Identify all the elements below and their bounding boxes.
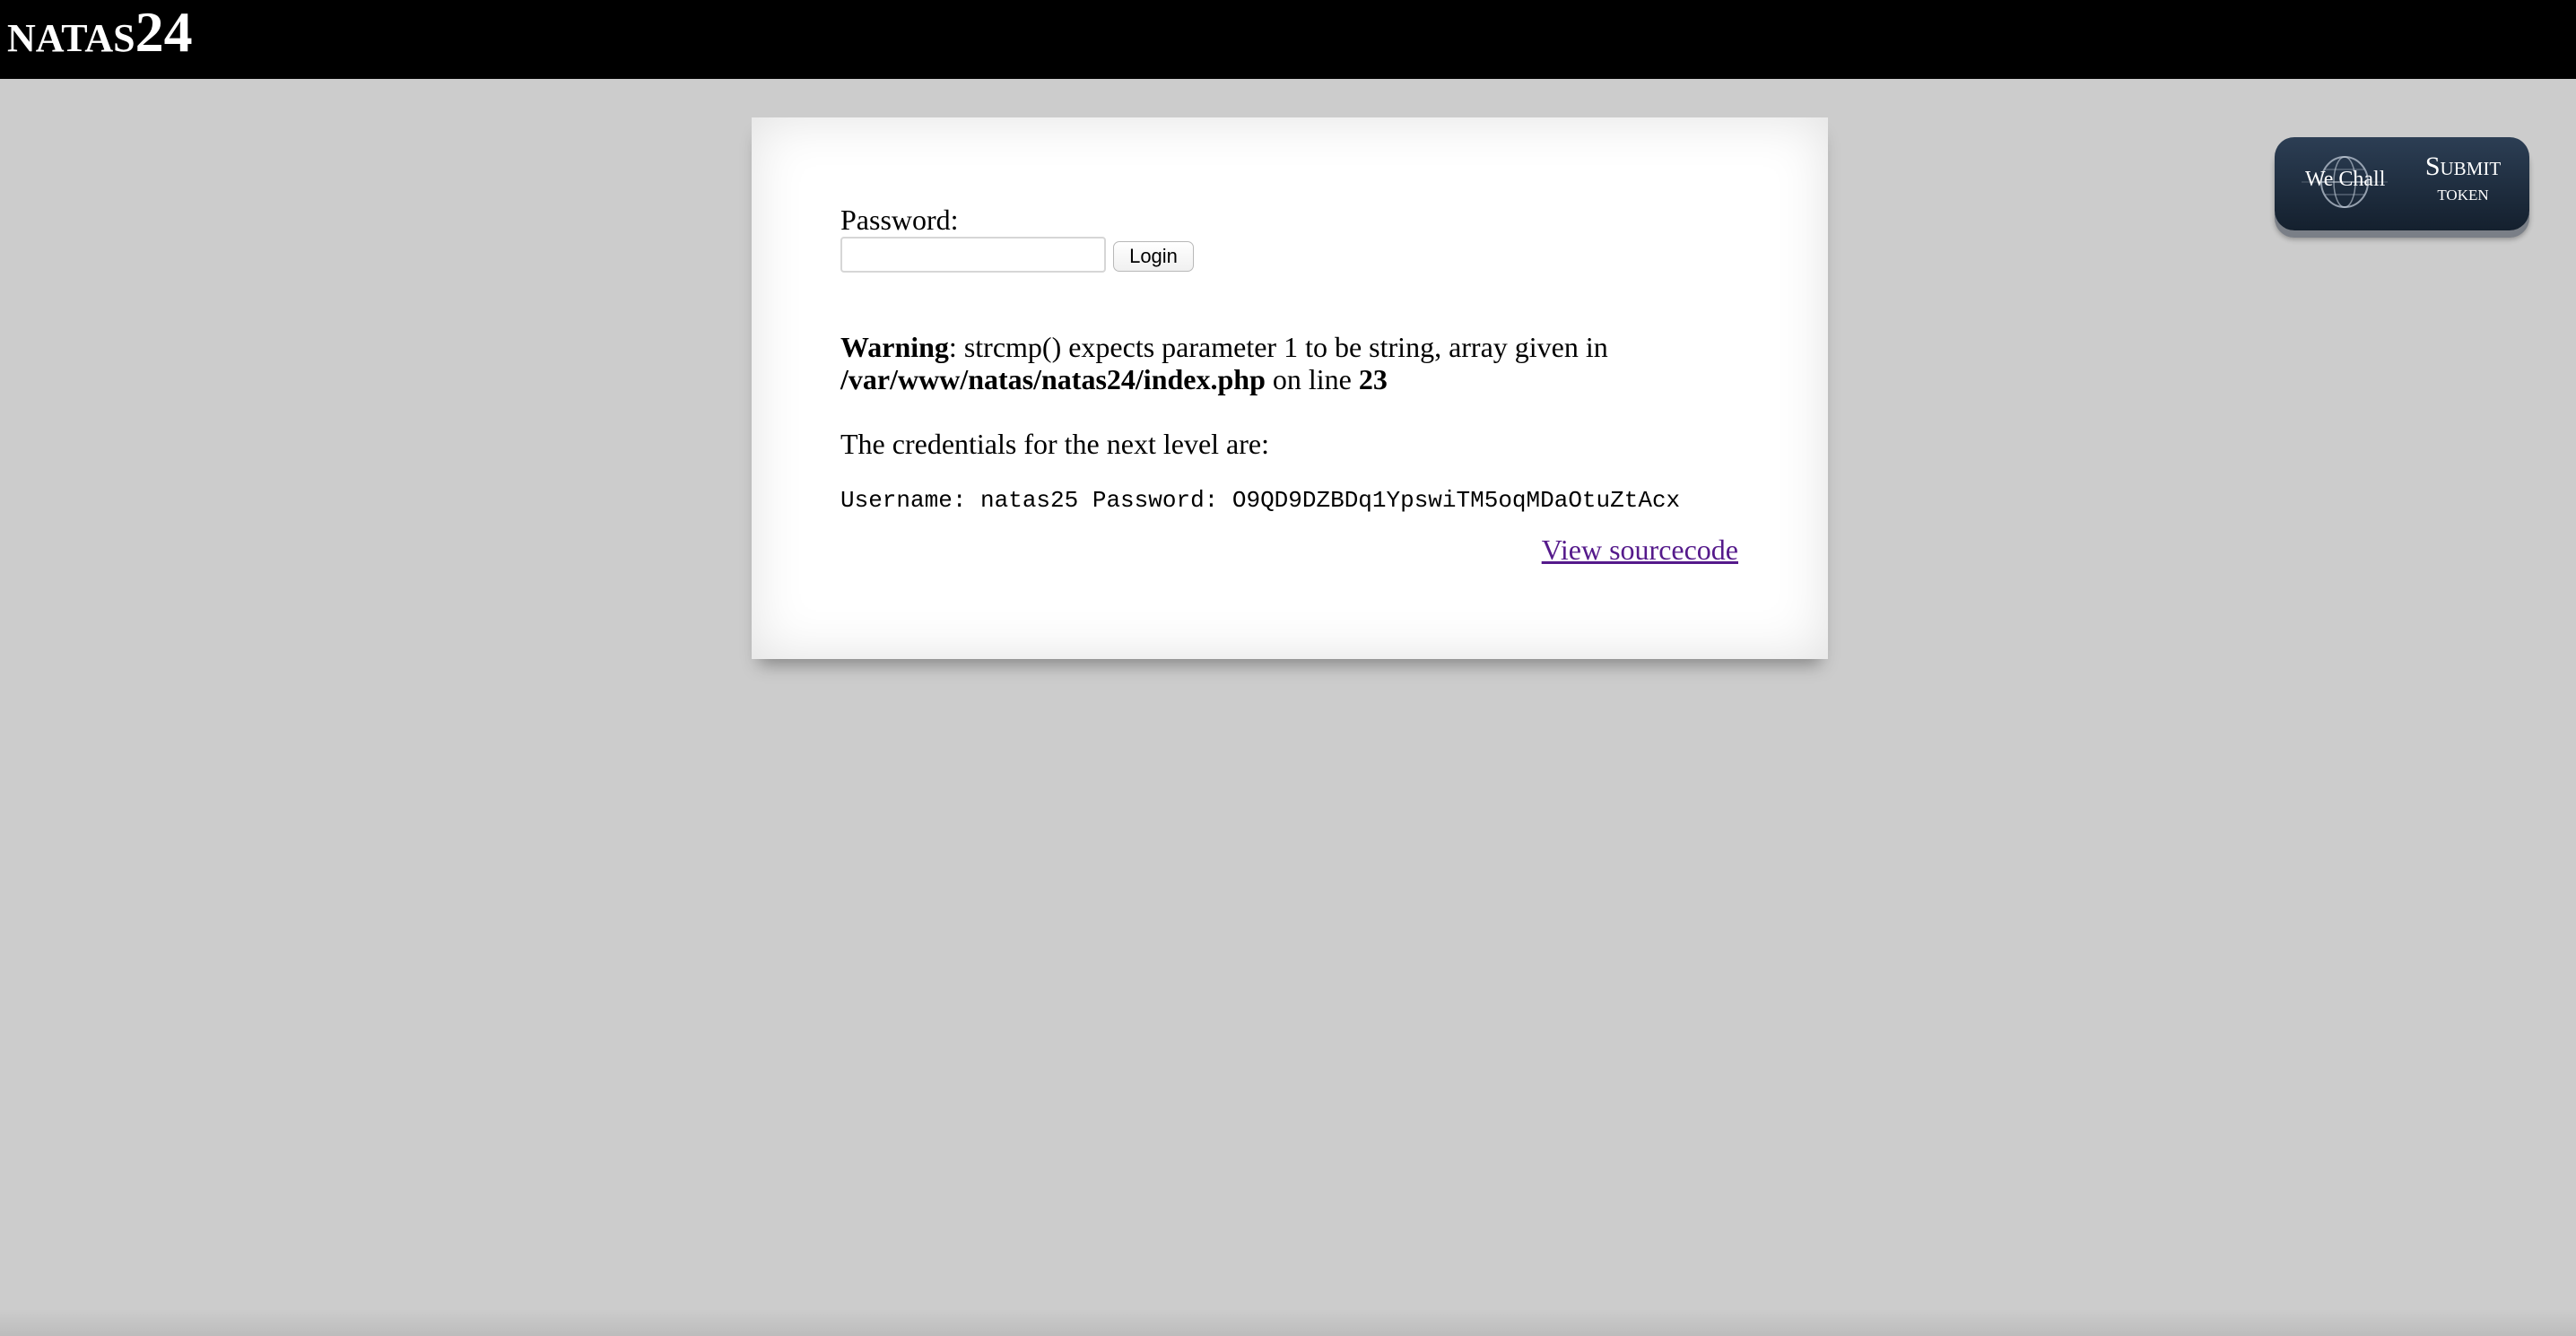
warning-file-path: /var/www/natas/natas24/index.php: [840, 363, 1266, 395]
password-label: Password:: [840, 204, 959, 236]
warning-text: : strcmp() expects parameter 1 to be str…: [948, 331, 1608, 363]
warning-label: Warning: [840, 331, 949, 363]
submit-token-label: Submit token: [2409, 153, 2517, 207]
login-button[interactable]: Login: [1113, 241, 1194, 272]
warning-on-line-text: on line: [1265, 363, 1359, 395]
php-warning-message: Warning: strcmp() expects parameter 1 to…: [840, 331, 1791, 395]
page-title-name: NATAS: [7, 16, 135, 60]
view-sourcecode-link[interactable]: View sourcecode: [1542, 534, 1738, 567]
content-panel: Password: Login Warning: strcmp() expect…: [752, 117, 1828, 659]
wechall-logo-text: We Chall: [2305, 168, 2386, 191]
wechall-submit-token-button[interactable]: We Chall Submit token: [2275, 137, 2529, 230]
credentials-text: Username: natas25 Password: O9QD9DZBDq1Y…: [840, 487, 1681, 514]
page-title-number: 24: [135, 0, 193, 64]
warning-line-number: 23: [1358, 363, 1388, 395]
password-input[interactable]: [840, 237, 1106, 273]
submit-label: Submit: [2424, 152, 2502, 181]
header-bar: NATAS24: [0, 0, 2576, 79]
token-label: token: [2437, 182, 2489, 205]
bottom-edge-shadow: [0, 1309, 2576, 1336]
credentials-intro: The credentials for the next level are:: [840, 428, 1269, 460]
page-title: NATAS24: [7, 4, 193, 61]
